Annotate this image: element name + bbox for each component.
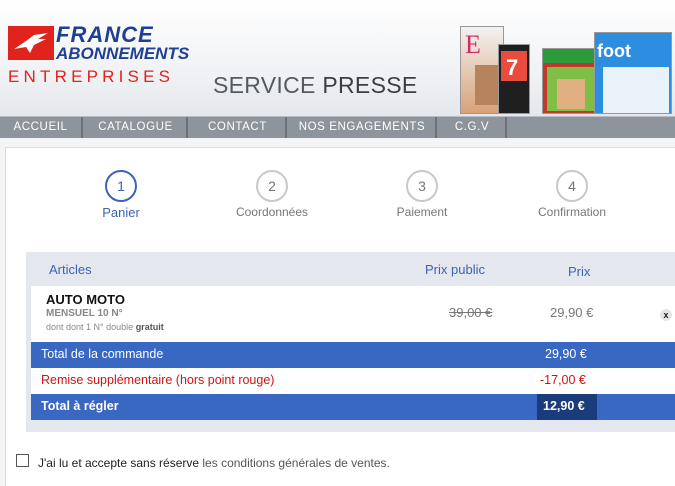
total-label: Total de la commande — [41, 347, 164, 361]
grand-total-label: Total à régler — [41, 399, 119, 413]
item-note-prefix: dont dont 1 N° double — [46, 322, 134, 332]
magazine-covers: E 7 foot — [458, 18, 675, 114]
item-price: 29,90 € — [550, 305, 594, 320]
cart-panel: 1 Panier 2 Coordonnées 3 Paiement 4 Conf… — [5, 147, 675, 486]
nav-catalogue[interactable]: CATALOGUE — [85, 117, 188, 138]
logo-text-abonnements: ABONNEMENTS — [56, 44, 190, 63]
nav-cgv[interactable]: C.G.V — [439, 117, 507, 138]
step-label: Coordonnées — [235, 205, 309, 219]
magazine-cover: 7 — [498, 44, 530, 114]
discount-label: Remise supplémentaire (hors point rouge) — [41, 373, 275, 387]
cgv-text: J'ai lu et accepte sans réserve — [38, 456, 200, 470]
checkbox-icon[interactable] — [16, 454, 29, 467]
step-panier[interactable]: 1 Panier — [66, 170, 176, 220]
step-number: 4 — [556, 170, 588, 202]
item-public-price: 39,00 € — [449, 305, 493, 320]
item-subtitle: MENSUEL 10 N° — [46, 308, 123, 319]
cart-item-row: AUTO MOTO MENSUEL 10 N° dont dont 1 N° d… — [31, 286, 675, 342]
discount-value: -17,00 € — [540, 373, 586, 387]
logo-text-entreprises: ENTREPRISES — [8, 67, 175, 86]
step-number: 1 — [105, 170, 137, 202]
step-label: Confirmation — [537, 205, 607, 219]
nav-engagements[interactable]: NOS ENGAGEMENTS — [289, 117, 437, 138]
step-label: Paiement — [396, 205, 448, 219]
total-row: Total de la commande 29,90 € — [31, 342, 675, 368]
magazine-cover: foot — [594, 32, 672, 114]
site-header: FRANCE ABONNEMENTS ENTREPRISES SERVICE P… — [0, 0, 675, 116]
logo-bird-icon — [8, 26, 54, 60]
service-title: SERVICE PRESSE — [213, 72, 418, 99]
grand-total-row: Total à régler 12,90 € — [31, 394, 675, 420]
col-header-prix-public: Prix public — [425, 262, 485, 277]
cgv-link[interactable]: les conditions générales de ventes. — [202, 456, 389, 470]
discount-row: Remise supplémentaire (hors point rouge)… — [31, 368, 675, 394]
item-title[interactable]: AUTO MOTO — [46, 292, 125, 307]
grand-total-label-text: Total à régler — [41, 399, 119, 413]
nav-contact[interactable]: CONTACT — [190, 117, 287, 138]
remove-icon[interactable]: x — [660, 309, 672, 321]
nav-accueil[interactable]: ACCUEIL — [0, 117, 83, 138]
svg-text:7: 7 — [506, 55, 518, 80]
brand-logo[interactable]: FRANCE ABONNEMENTS ENTREPRISES — [8, 22, 190, 88]
step-label: Panier — [102, 205, 140, 220]
service-title-a: SERVICE — [213, 72, 316, 98]
cgv-accept-text: J'ai lu et accepte sans réserve les cond… — [38, 456, 390, 470]
item-note-bold: gratuit — [135, 322, 164, 332]
step-paiement[interactable]: 3 Paiement — [367, 170, 477, 219]
svg-text:E: E — [465, 30, 481, 59]
main-nav: ACCUEIL CATALOGUE CONTACT NOS ENGAGEMENT… — [0, 116, 675, 138]
col-header-prix: Prix — [568, 264, 591, 279]
item-note: dont dont 1 N° double gratuit — [46, 322, 164, 332]
step-coordonnees[interactable]: 2 Coordonnées — [217, 170, 327, 219]
total-value: 29,90 € — [545, 347, 587, 361]
col-header-articles: Articles — [49, 262, 92, 277]
magazine-cover — [542, 48, 599, 114]
step-number: 2 — [256, 170, 288, 202]
cart-table: Articles Prix public Prix AUTO MOTO MENS… — [26, 252, 675, 432]
grand-total-value-text: 12,90 € — [543, 399, 585, 413]
grand-total-box: 12,90 € — [537, 394, 597, 420]
logo-text-france: FRANCE — [56, 22, 154, 47]
service-title-b: PRESSE — [322, 72, 418, 98]
grand-total-value: 12,90 € — [543, 399, 585, 413]
step-number: 3 — [406, 170, 438, 202]
svg-text:foot: foot — [597, 41, 631, 61]
step-confirmation[interactable]: 4 Confirmation — [517, 170, 627, 219]
